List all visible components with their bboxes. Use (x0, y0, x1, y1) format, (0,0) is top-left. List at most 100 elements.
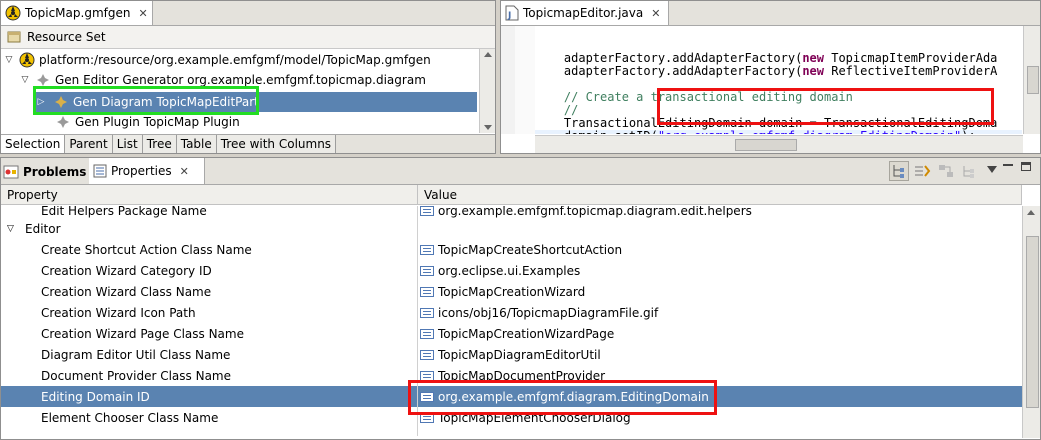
property-row[interactable]: Creation Wizard Category ID org.eclipse.u… (1, 260, 1022, 281)
code-token: domain.setID( (535, 129, 658, 135)
text-value-icon (420, 265, 434, 276)
property-name: Document Provider Class Name (41, 368, 231, 383)
property-row[interactable]: Create Shortcut Action Class Name TopicMa… (1, 239, 1022, 260)
close-icon[interactable]: ✕ (138, 7, 147, 20)
code-line: adapterFactory.addAdapterFactory(new Ref… (535, 65, 1022, 78)
property-row[interactable]: Document Provider Class Name TopicMapDocu… (1, 365, 1022, 386)
tab-topicmap-editor-java[interactable]: J TopicmapEditor.java ✕ (501, 1, 669, 25)
code-token: adapterFactory.addAdapterFactory( (535, 51, 803, 65)
scroll-up-icon[interactable] (484, 52, 492, 57)
property-value-text: TopicMapCreationWizard (438, 284, 586, 299)
scroll-down-icon[interactable] (484, 125, 492, 130)
property-value[interactable]: TopicMapCreationWizard (420, 285, 585, 299)
property-value-text: TopicMapElementChooserDialog (438, 410, 631, 425)
java-code-area[interactable]: adapterFactory.addAdapterFactory(new Top… (535, 26, 1022, 134)
maximize-icon[interactable] (1021, 162, 1031, 171)
line-number-ruler (501, 26, 516, 134)
close-icon[interactable]: ✕ (180, 165, 189, 178)
resource-set-row[interactable]: Resource Set (1, 26, 495, 49)
tab-topicmap-gmfgen[interactable]: TopicMap.gmfgen ✕ (1, 1, 153, 25)
expanded-arrow-icon[interactable]: ▽ (7, 224, 14, 234)
code-horizontal-scrollbar[interactable] (535, 135, 1023, 153)
tab-parent[interactable]: Parent (65, 135, 113, 153)
tab-selection[interactable]: Selection (1, 135, 66, 153)
property-name: Diagram Editor Util Class Name (41, 347, 231, 362)
property-name: Creation Wizard Page Class Name (41, 326, 244, 341)
collapsed-arrow-icon[interactable]: ▷ (35, 97, 47, 107)
gmfgen-file-icon (5, 5, 21, 21)
property-row[interactable]: Creation Wizard Page Class Name TopicMapC… (1, 323, 1022, 344)
category-label: Editor (25, 221, 61, 236)
show-advanced-icon[interactable] (913, 163, 931, 179)
text-value-icon (420, 412, 434, 423)
folding-ruler (515, 26, 535, 134)
property-row[interactable]: Element Chooser Class Name TopicMapElemen… (1, 407, 1022, 428)
property-value[interactable]: TopicMapCreateShortcutAction (420, 243, 622, 257)
left-editor-tabbar: TopicMap.gmfgen ✕ (1, 1, 495, 26)
tree-item-gen-diagram[interactable]: ▷ Gen Diagram TopicMapEditPart (35, 92, 477, 112)
tree-item-editor-generator[interactable]: ▽ Gen Editor Generator org.example.emfgm… (19, 70, 426, 90)
code-vertical-scrollbar[interactable] (1023, 26, 1040, 134)
properties-vertical-scrollbar[interactable] (1022, 206, 1040, 438)
java-editor-panel: J TopicmapEditor.java ✕ adapterFactory.a… (500, 0, 1041, 154)
code-token: ); (961, 129, 975, 135)
property-row[interactable]: Editing Domain ID org.example.emfgmf.diag… (1, 386, 1022, 407)
h-scroll-thumb[interactable] (735, 139, 797, 151)
column-header-property[interactable]: Property (1, 185, 418, 205)
property-value-text: org.example.emfgmf.diagram.EditingDomain (438, 389, 709, 404)
expanded-arrow-icon[interactable]: ▽ (3, 55, 15, 65)
tab-list[interactable]: List (112, 135, 143, 153)
scroll-thumb[interactable] (1026, 236, 1039, 408)
property-name: Element Chooser Class Name (41, 410, 219, 425)
resource-set-label: Resource Set (27, 30, 106, 44)
tree-item-gen-plugin[interactable]: Gen Plugin TopicMap Plugin (47, 112, 240, 132)
view-menu-icon[interactable] (987, 166, 997, 173)
expanded-arrow-icon[interactable]: ▽ (19, 75, 31, 85)
property-value[interactable]: TopicMapDocumentProvider (420, 369, 605, 383)
property-row[interactable]: Diagram Editor Util Class Name TopicMapDi… (1, 344, 1022, 365)
properties-icon (93, 164, 107, 178)
tree-item-label: Gen Plugin TopicMap Plugin (75, 115, 240, 129)
tab-table[interactable]: Table (176, 135, 217, 153)
tree-item-resource[interactable]: ▽ platform:/resource/org.example.emfgmf/… (3, 50, 431, 70)
property-value[interactable]: org.eclipse.ui.Examples (420, 264, 580, 278)
column-divider (417, 206, 418, 436)
property-value[interactable]: TopicMapDiagramEditorUtil (420, 348, 601, 362)
property-value-text: org.eclipse.ui.Examples (438, 263, 581, 278)
property-name: Create Shortcut Action Class Name (41, 242, 252, 257)
tab-tree[interactable]: Tree (142, 135, 177, 153)
close-icon[interactable]: ✕ (651, 7, 660, 20)
tab-label: Problems (23, 165, 87, 179)
code-token: // (535, 103, 579, 117)
show-categories-icon[interactable] (889, 161, 909, 181)
vertical-scrollbar[interactable] (479, 49, 495, 133)
tab-tree-with-columns[interactable]: Tree with Columns (216, 135, 337, 153)
restore-default-icon[interactable] (961, 163, 979, 179)
property-row[interactable]: Creation Wizard Class Name TopicMapCreati… (1, 281, 1022, 302)
property-value[interactable]: org.example.emfgmf.diagram.EditingDomain (420, 390, 709, 404)
scroll-up-icon[interactable] (1027, 210, 1035, 215)
tab-properties[interactable]: Properties ✕ (89, 158, 205, 184)
property-value[interactable]: org.example.emfgmf.topicmap.diagram.edit… (420, 206, 752, 218)
tab-problems[interactable]: Problems (3, 161, 86, 183)
problems-icon (3, 164, 19, 180)
java-file-icon: J (505, 5, 519, 21)
property-name: Creation Wizard Category ID (41, 263, 212, 278)
minimize-icon[interactable] (1003, 164, 1013, 166)
property-value-text: TopicMapCreationWizardPage (438, 326, 615, 341)
property-value[interactable]: TopicMapElementChooserDialog (420, 411, 631, 425)
code-token: adapterFactory.addAdapterFactory( (535, 64, 803, 78)
category-row[interactable]: ▽ Editor (1, 218, 1022, 239)
property-row[interactable]: Creation Wizard Icon Path icons/obj16/Top… (1, 302, 1022, 323)
scroll-thumb[interactable] (1027, 66, 1039, 94)
code-token: // Create a transactional editing domain (535, 90, 853, 104)
property-value[interactable]: icons/obj16/TopicmapDiagramFile.gif (420, 306, 658, 320)
gen-element-icon (37, 74, 49, 86)
tab-label: TopicMap.gmfgen (25, 6, 131, 20)
gen-element-icon (55, 96, 67, 108)
column-header-value[interactable]: Value (418, 185, 1022, 205)
property-value-text: icons/obj16/TopicmapDiagramFile.gif (438, 305, 659, 320)
text-value-icon (420, 370, 434, 381)
filter-icon[interactable] (937, 163, 955, 179)
property-value[interactable]: TopicMapCreationWizardPage (420, 327, 614, 341)
